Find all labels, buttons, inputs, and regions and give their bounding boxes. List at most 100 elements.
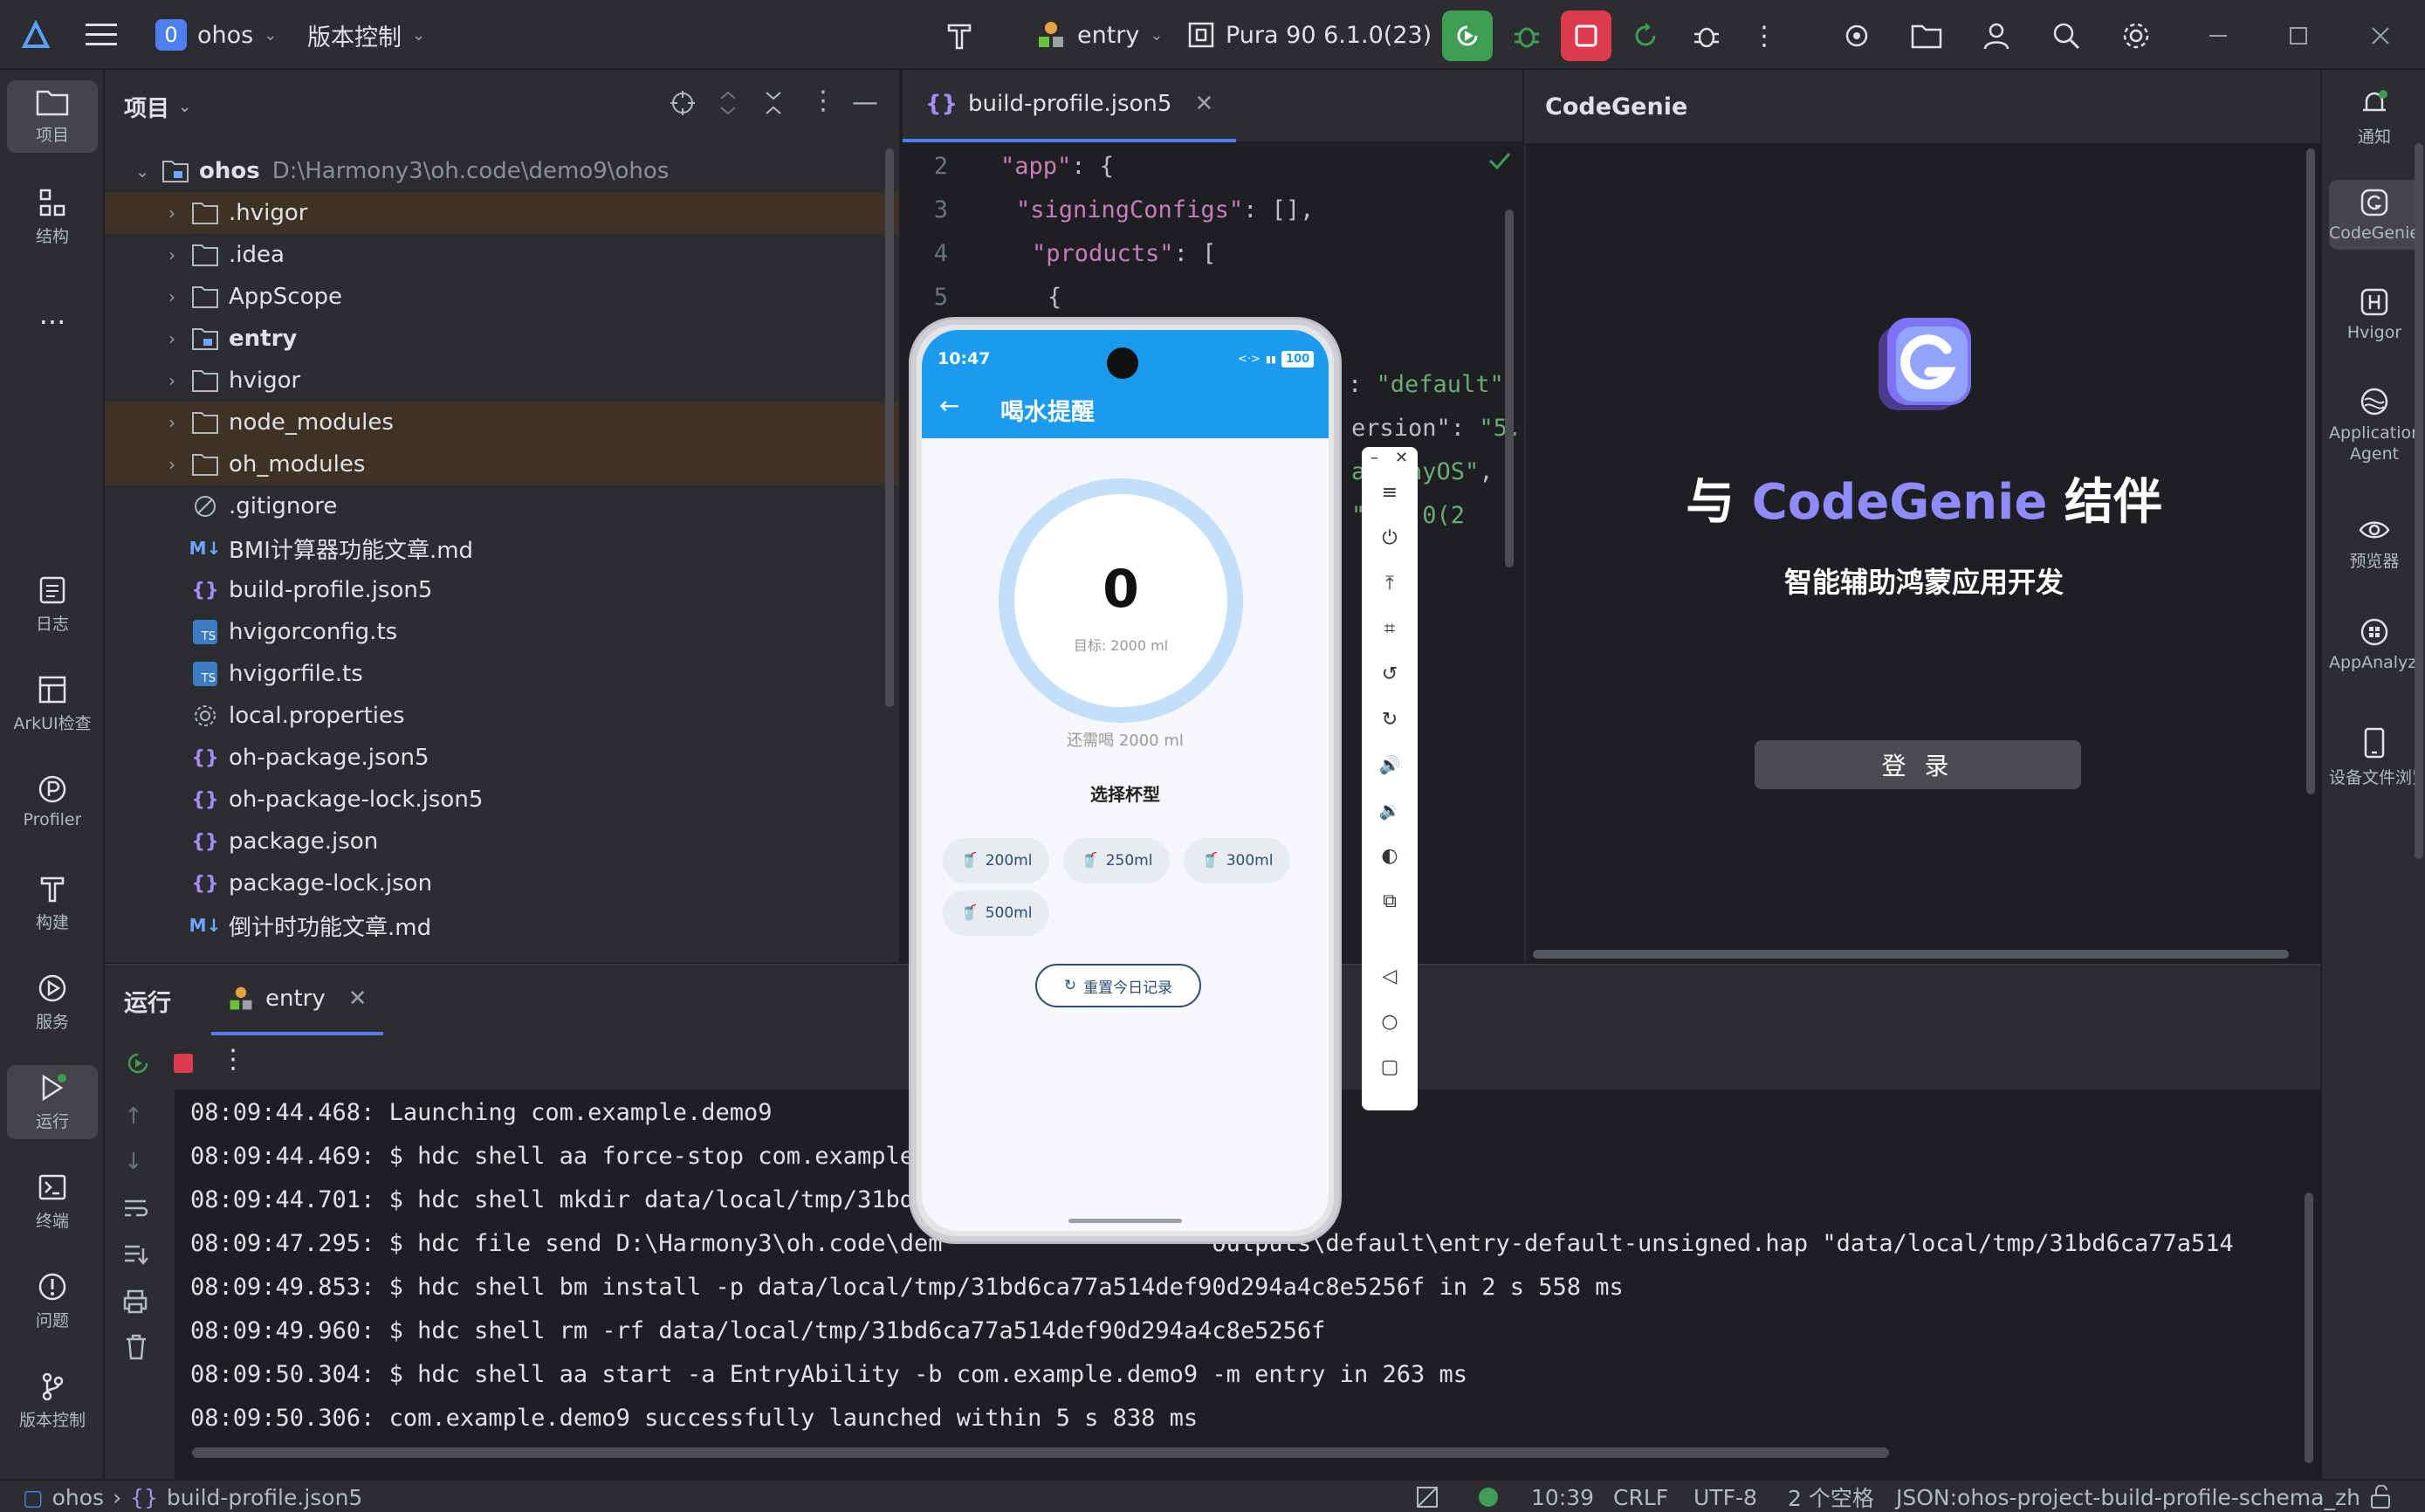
emu-close-icon[interactable]: ✕ — [1395, 449, 1408, 467]
strip-arkui-inspector[interactable]: ArkUI检查 — [7, 667, 98, 741]
chevron-down-icon[interactable]: ⌄ — [178, 98, 191, 116]
maximize-button[interactable] — [2273, 10, 2324, 61]
tree-item[interactable]: M↓ 倒计时功能文章.md — [105, 904, 899, 946]
emu-screenshot-icon[interactable]: ⧉ — [1374, 885, 1405, 917]
power-save-icon[interactable] — [1414, 1481, 1440, 1512]
emu-top-icon[interactable]: ⤒ — [1374, 567, 1405, 599]
stop-icon[interactable] — [171, 1051, 196, 1076]
tree-item[interactable]: › entry — [105, 318, 899, 360]
locate-button[interactable] — [1831, 10, 1882, 61]
emu-volume-up-icon[interactable]: 🔊 — [1374, 749, 1405, 780]
hide-panel-icon[interactable]: — — [852, 87, 878, 118]
tree-item[interactable]: TS hvigorfile.ts — [105, 653, 899, 695]
breadcrumb-file[interactable]: build-profile.json5 — [167, 1485, 362, 1510]
strip-services[interactable]: 服务 — [7, 966, 98, 1040]
build-hammer-icon[interactable] — [934, 10, 985, 61]
more-vertical-icon[interactable]: ⋮ — [220, 1044, 246, 1075]
cup-option-250[interactable]: 🥤 250ml — [1063, 838, 1170, 883]
strip-profiler[interactable]: Profiler — [7, 766, 98, 836]
tree-item[interactable]: {} build-profile.json5 — [105, 569, 899, 611]
reset-button[interactable]: ↻ 重置今日记录 — [1035, 964, 1201, 1007]
tree-item[interactable]: › oh_modules — [105, 443, 899, 485]
cursor-position[interactable]: 10:39 — [1531, 1481, 1594, 1512]
editor-tab[interactable]: {} build-profile.json5 ✕ — [903, 70, 1237, 142]
run-tab[interactable]: entry ✕ — [211, 966, 383, 1035]
options-icon[interactable]: ⋮ — [810, 86, 836, 116]
close-window-button[interactable] — [2355, 10, 2406, 61]
tree-item[interactable]: › AppScope — [105, 276, 899, 318]
debug-button[interactable] — [1501, 10, 1552, 61]
close-tab-icon[interactable]: ✕ — [1194, 91, 1213, 117]
codegenie-vscrollbar[interactable] — [2306, 148, 2315, 794]
tree-item[interactable]: {} package.json — [105, 821, 899, 863]
console-vscrollbar[interactable] — [2305, 1192, 2313, 1463]
line-separator[interactable]: CRLF — [1613, 1481, 1668, 1512]
strip-project[interactable]: 项目 — [7, 80, 98, 153]
emu-minimize-icon[interactable]: – — [1371, 449, 1378, 467]
tree-root[interactable]: ⌄ ohos D:\Harmony3\oh.code\demo9\ohos — [105, 150, 899, 192]
emu-back-icon[interactable]: ◁ — [1374, 960, 1405, 992]
project-scrollbar[interactable] — [885, 148, 894, 707]
emu-crop-icon[interactable]: ⌗ — [1374, 613, 1405, 644]
search-button[interactable] — [2041, 10, 2092, 61]
chevron-down-icon[interactable]: ⌄ — [129, 161, 155, 182]
chevron-right-icon[interactable]: › — [159, 454, 185, 475]
tree-item[interactable]: › hvigor — [105, 360, 899, 402]
code-line[interactable]: 5{ — [903, 278, 1522, 316]
tree-item[interactable]: › .idea — [105, 234, 899, 276]
strip-more[interactable]: ··· — [7, 299, 98, 346]
emu-volume-down-icon[interactable]: 🔉 — [1374, 794, 1405, 826]
expand-all-icon[interactable] — [716, 89, 740, 117]
project-selector[interactable]: 0 ohos ⌄ — [155, 0, 277, 70]
emu-fold-icon[interactable]: ◐ — [1374, 840, 1405, 871]
emu-rotate-right-icon[interactable]: ↻ — [1374, 704, 1405, 735]
tree-item[interactable]: {} oh-package.json5 — [105, 737, 899, 779]
strip-notifications[interactable]: 通知 — [2329, 80, 2420, 155]
strip-run[interactable]: 运行 — [7, 1065, 98, 1139]
json-schema[interactable]: JSON:ohos-project-build-profile-schema_z… — [1896, 1481, 2360, 1512]
code-line[interactable]: 4 "products": [ — [903, 234, 1522, 272]
emu-recents-icon[interactable]: ▢ — [1374, 1051, 1405, 1082]
cup-option-500[interactable]: 🥤 500ml — [943, 890, 1049, 936]
stop-button[interactable] — [1561, 10, 1611, 61]
code-line[interactable]: 2 "app": { — [903, 147, 1522, 185]
strip-appanalyzer[interactable]: AppAnalyzer — [2329, 609, 2420, 679]
rerun-icon[interactable] — [124, 1049, 152, 1077]
code-line[interactable]: 3 "signingConfigs": [], — [903, 190, 1522, 229]
arrow-up-icon[interactable]: ↑ — [124, 1103, 143, 1130]
lock-icon[interactable] — [2369, 1481, 2392, 1512]
rerun-button[interactable] — [1442, 10, 1493, 61]
chevron-right-icon[interactable]: › — [159, 370, 185, 391]
arrow-down-icon[interactable]: ↓ — [124, 1149, 143, 1175]
tree-item[interactable]: {} package-lock.json — [105, 863, 899, 904]
back-arrow-icon[interactable]: ← — [939, 391, 959, 420]
strip-terminal[interactable]: 终端 — [7, 1165, 98, 1239]
file-encoding[interactable]: UTF-8 — [1693, 1481, 1757, 1512]
more-actions-button[interactable]: ⋮ — [1739, 10, 1790, 61]
account-button[interactable] — [1971, 10, 2022, 61]
strip-device-files[interactable]: 设备文件浏览器 — [2329, 719, 2420, 795]
indent-setting[interactable]: 2 个空格 — [1788, 1481, 1874, 1512]
tree-item[interactable]: local.properties — [105, 695, 899, 737]
tree-item[interactable]: › node_modules — [105, 402, 899, 443]
emu-rotate-icon[interactable]: ↺ — [1374, 658, 1405, 690]
device-manager-button[interactable] — [1901, 10, 1952, 61]
cup-option-200[interactable]: 🥤 200ml — [943, 838, 1049, 883]
strip-log[interactable]: 日志 — [7, 567, 98, 642]
login-button[interactable]: 登 录 — [1755, 740, 2081, 789]
chevron-right-icon[interactable]: › — [159, 328, 185, 349]
trash-icon[interactable] — [124, 1334, 148, 1360]
tree-item[interactable]: .gitignore — [105, 485, 899, 527]
main-menu-button[interactable] — [86, 0, 117, 70]
close-tab-icon[interactable]: ✕ — [348, 986, 368, 1012]
status-ok-icon[interactable] — [1479, 1481, 1498, 1512]
collapse-all-icon[interactable] — [761, 89, 786, 117]
chevron-right-icon[interactable]: › — [159, 203, 185, 223]
device-selector[interactable]: Pura 90 6.1.0(23) ⌄ — [1187, 0, 1455, 70]
print-icon[interactable] — [122, 1289, 148, 1315]
emu-menu-icon[interactable]: ≡ — [1374, 477, 1405, 508]
right-strip-scrollbar[interactable] — [2415, 143, 2423, 859]
tree-item[interactable]: TS hvigorconfig.ts — [105, 611, 899, 653]
emu-home-icon[interactable]: ○ — [1374, 1006, 1405, 1037]
apply-changes-button[interactable] — [1620, 10, 1671, 61]
